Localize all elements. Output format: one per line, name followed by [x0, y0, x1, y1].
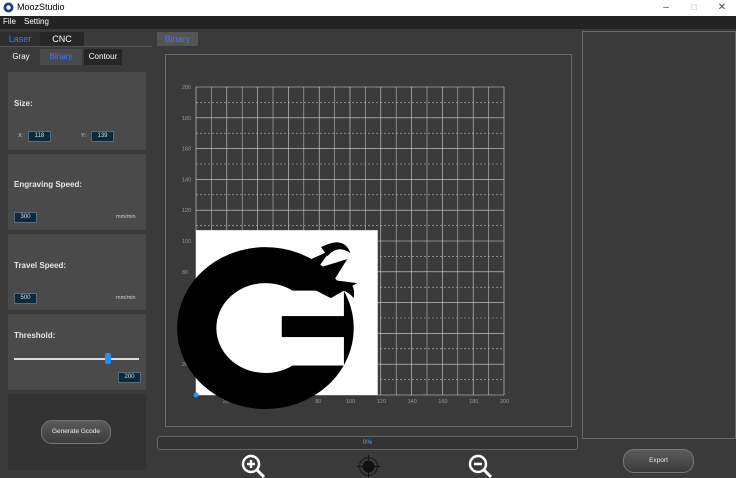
origin-marker: [193, 392, 199, 398]
size-y-field[interactable]: 139: [91, 131, 114, 142]
threshold-slider-thumb[interactable]: [104, 353, 111, 364]
y-tick-label: 80: [182, 270, 188, 276]
tab-cnc[interactable]: CNC: [40, 32, 84, 46]
menu-file[interactable]: File: [3, 17, 16, 26]
engraving-speed-field[interactable]: 300: [14, 212, 37, 223]
y-tick-label: 140: [182, 177, 191, 183]
size-card: Size: X: 118 Y: 139: [8, 72, 146, 150]
travel-speed-title: Travel Speed:: [14, 261, 67, 270]
x-tick-label: 200: [500, 399, 509, 405]
x-tick-label: 160: [438, 399, 447, 405]
y-tick-label: 120: [182, 208, 191, 214]
threshold-card: Threshold: 200: [8, 314, 146, 390]
travel-speed-field[interactable]: 500: [14, 293, 37, 304]
progress-bar: 0%: [157, 436, 578, 450]
y-tick-label: 160: [182, 147, 191, 153]
size-y-label: Y:: [81, 133, 86, 139]
travel-speed-unit: mm/min: [116, 295, 136, 301]
engraving-speed-title: Engraving Speed:: [14, 180, 83, 189]
export-button[interactable]: Export: [623, 449, 694, 473]
subtab-contour[interactable]: Contour: [84, 49, 122, 65]
workspace-canvas[interactable]: 20 40 60 80 100 120 140 160 180 20020406080100120…: [166, 55, 571, 426]
x-tick-label: 120: [377, 399, 386, 405]
subtab-binary[interactable]: Binary: [40, 49, 82, 65]
threshold-slider-track[interactable]: [14, 358, 139, 360]
menu-setting[interactable]: Setting: [24, 17, 49, 26]
y-tick-label: 100: [182, 239, 191, 245]
size-x-field[interactable]: 118: [28, 131, 51, 142]
x-tick-label: 100: [346, 399, 355, 405]
engraving-image: [177, 230, 378, 409]
maximize-button[interactable]: □: [682, 0, 706, 16]
generate-gcode-button[interactable]: Generate Gcode: [41, 420, 111, 444]
window-title: MoozStudio: [17, 2, 65, 12]
size-title: Size:: [14, 99, 33, 108]
zoom-in-icon[interactable]: [240, 453, 266, 478]
tab-divider: [0, 46, 152, 47]
zoom-out-icon[interactable]: [467, 453, 493, 478]
app-logo-icon: [3, 2, 14, 13]
gcode-preview-area: [582, 31, 736, 439]
engraving-speed-unit: mm/min: [116, 214, 136, 220]
progress-text: 0%: [362, 439, 373, 446]
x-tick-label: 140: [408, 399, 417, 405]
minimize-button[interactable]: –: [654, 0, 678, 16]
workspace-frame: 20 40 60 80 100 120 140 160 180 200 20 40 60 80 100 120…: [165, 54, 572, 427]
crosshair-icon[interactable]: [357, 455, 380, 478]
x-tick-label: 180: [469, 399, 478, 405]
engraving-speed-card: Engraving Speed: 300 mm/min: [8, 154, 146, 230]
tab-binary-preview[interactable]: Binary: [157, 32, 198, 46]
x-tick-label: 80: [315, 399, 321, 405]
threshold-title: Threshold:: [14, 331, 56, 340]
travel-speed-card: Travel Speed: 500 mm/min: [8, 234, 146, 310]
size-x-label: X:: [18, 133, 24, 139]
y-tick-label: 200: [182, 85, 191, 91]
subtab-gray[interactable]: Gray: [6, 49, 36, 65]
threshold-field[interactable]: 200: [118, 372, 141, 383]
menu-bar: File Setting: [0, 16, 736, 29]
generate-card: Generate Gcode: [8, 394, 146, 470]
title-bar: MoozStudio – □ ✕: [0, 0, 736, 16]
y-tick-label: 180: [182, 116, 191, 122]
close-button[interactable]: ✕: [710, 0, 734, 16]
tab-laser[interactable]: Laser: [0, 32, 40, 46]
